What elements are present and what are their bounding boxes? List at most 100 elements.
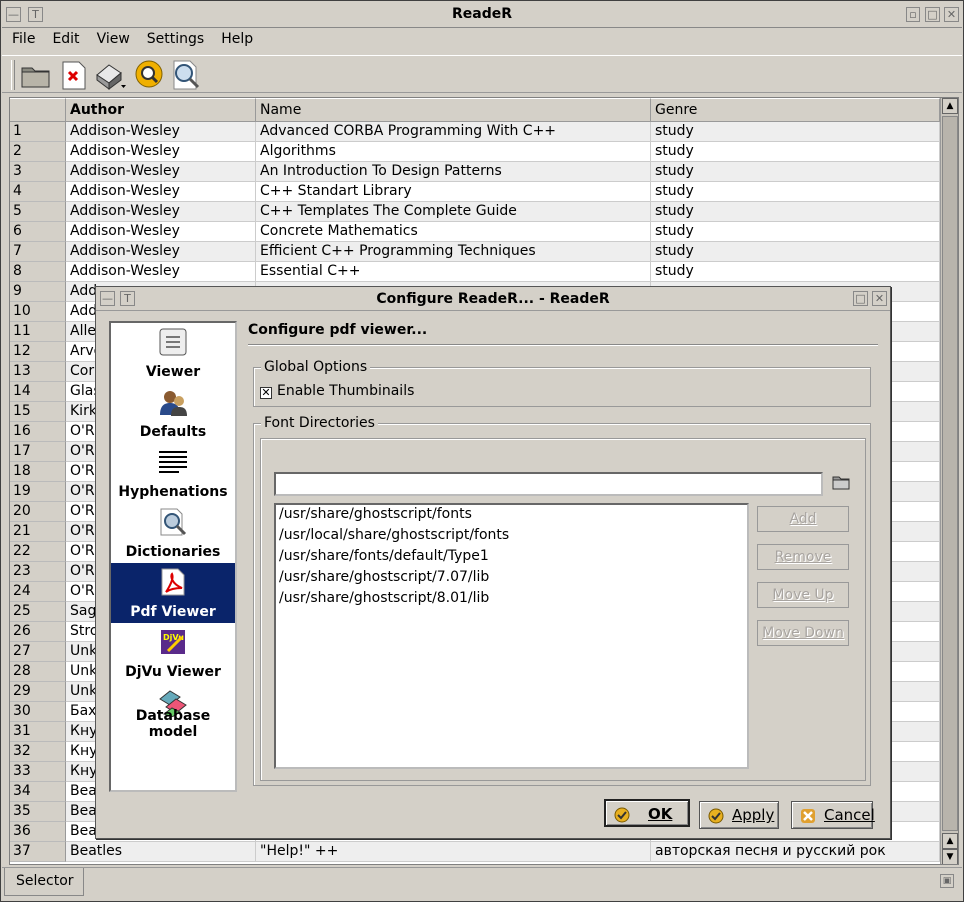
settings-nav: Viewer Defaults Hyphenations Dictionarie… [109, 321, 237, 792]
nav-pdf-viewer[interactable]: Pdf Viewer [111, 563, 235, 623]
window-title: ReadeR [451, 6, 513, 22]
directory-input[interactable] [274, 472, 823, 496]
nav-viewer-label: Viewer [145, 364, 201, 380]
author-cell: Addison-Wesley [66, 222, 256, 242]
row-number: 12 [10, 342, 66, 362]
toolbar-grip[interactable] [11, 60, 15, 90]
row-number: 2 [10, 142, 66, 162]
djvu-icon: DjVu [161, 630, 185, 654]
row-number: 23 [10, 562, 66, 582]
menu-settings[interactable]: Settings [136, 29, 210, 47]
nav-database-model[interactable]: Database model [111, 683, 235, 743]
minimize-icon[interactable]: ▫ [906, 7, 920, 22]
scroll-down-icon[interactable]: ▼ [942, 849, 958, 864]
book-dropdown-icon[interactable] [94, 59, 130, 91]
row-number: 4 [10, 182, 66, 202]
table-row[interactable]: 5 Addison-Wesley C++ Templates The Complet… [10, 202, 940, 222]
table-row[interactable]: 7 Addison-Wesley Efficient C++ Programming… [10, 242, 940, 262]
scroll-thumb[interactable] [942, 116, 958, 831]
genre-cell: study [651, 202, 940, 222]
browse-folder-icon[interactable] [832, 474, 850, 490]
name-cell: "Help!" ++ [256, 842, 651, 862]
open-folder-icon[interactable] [20, 59, 52, 91]
menu-edit[interactable]: Edit [41, 29, 85, 47]
table-row[interactable]: 4 Addison-Wesley C++ Standart Library study [10, 182, 940, 202]
name-cell: An Introduction To Design Patterns [256, 162, 651, 182]
apply-label: Apply [732, 806, 775, 824]
name-cell: C++ Templates The Complete Guide [256, 202, 651, 222]
genre-cell: study [651, 122, 940, 142]
ok-check-icon [614, 807, 630, 823]
ok-button[interactable]: OK [604, 799, 690, 827]
row-number: 21 [10, 522, 66, 542]
nav-hyphenations-label: Hyphenations [118, 484, 228, 500]
nav-dictionaries-label: Dictionaries [125, 544, 221, 560]
genre-cell: авторская песня и русский рок [651, 842, 940, 862]
row-number: 35 [10, 802, 66, 822]
scroll-up-bottom-icon[interactable]: ▲ [942, 833, 958, 849]
defaults-icon [160, 391, 187, 416]
column-header-index[interactable] [10, 98, 66, 122]
dialog-title-bar[interactable]: — T Configure ReadeR... - ReadeR □ ✕ [96, 287, 890, 311]
table-row[interactable]: 8 Addison-Wesley Essential C++ study [10, 262, 940, 282]
dialog-close-icon[interactable]: ✕ [872, 291, 887, 306]
font-directories-list[interactable]: /usr/share/ghostscript/fonts/usr/local/s… [274, 503, 749, 769]
zoom-icon[interactable] [170, 59, 202, 91]
row-number: 22 [10, 542, 66, 562]
dialog-maximize-icon[interactable]: □ [853, 291, 868, 306]
nav-hyphenations[interactable]: Hyphenations [111, 443, 235, 503]
cancel-button[interactable]: Cancel [791, 801, 875, 829]
menu-file[interactable]: File [2, 29, 41, 47]
menu-help[interactable]: Help [210, 29, 259, 47]
add-button[interactable]: Add [757, 506, 849, 532]
apply-check-icon [708, 808, 724, 824]
table-row[interactable]: 3 Addison-Wesley An Introduction To Design… [10, 162, 940, 182]
author-cell: Addison-Wesley [66, 202, 256, 222]
row-number: 30 [10, 702, 66, 722]
row-number: 3 [10, 162, 66, 182]
menu-view[interactable]: View [86, 29, 136, 47]
table-row[interactable]: 2 Addison-Wesley Algorithms study [10, 142, 940, 162]
move-up-button[interactable]: Move Up [757, 582, 849, 608]
font-directory-item[interactable]: /usr/share/ghostscript/7.07/lib [276, 568, 747, 589]
row-number: 19 [10, 482, 66, 502]
table-row[interactable]: 6 Addison-Wesley Concrete Mathematics study [10, 222, 940, 242]
menu-bar: File Edit View Settings Help [2, 29, 962, 53]
table-row[interactable]: 37 Beatles "Help!" ++ авторская песня и рус… [10, 842, 940, 862]
remove-button[interactable]: Remove [757, 544, 849, 570]
font-directory-item[interactable]: /usr/share/ghostscript/fonts [276, 505, 747, 526]
row-number: 7 [10, 242, 66, 262]
search-icon[interactable] [134, 59, 166, 91]
close-icon[interactable]: ✕ [944, 7, 959, 22]
column-header-author[interactable]: Author [66, 98, 256, 122]
maximize-icon[interactable]: □ [925, 7, 940, 22]
row-number: 28 [10, 662, 66, 682]
row-number: 5 [10, 202, 66, 222]
row-number: 34 [10, 782, 66, 802]
selector-tab[interactable]: Selector [4, 868, 84, 896]
font-directories-label: Font Directories [261, 415, 378, 431]
apply-button[interactable]: Apply [699, 801, 779, 829]
table-row[interactable]: 1 Addison-Wesley Advanced CORBA Programmin… [10, 122, 940, 142]
move-down-button[interactable]: Move Down [757, 620, 849, 646]
resize-grip-icon[interactable]: ▣ [940, 874, 954, 888]
row-number: 11 [10, 322, 66, 342]
font-directory-item[interactable]: /usr/local/share/ghostscript/fonts [276, 526, 747, 547]
nav-djvu-viewer[interactable]: DjVu DjVu Viewer [111, 623, 235, 683]
font-directory-item[interactable]: /usr/share/fonts/default/Type1 [276, 547, 747, 568]
nav-dictionaries[interactable]: Dictionaries [111, 503, 235, 563]
vertical-scrollbar[interactable]: ▲ ▲ ▼ [940, 98, 958, 864]
enable-thumbnails-checkbox[interactable]: ✕ [260, 387, 272, 399]
nav-defaults[interactable]: Defaults [111, 383, 235, 443]
title-bar[interactable]: — T ReadeR ▫ □ ✕ [2, 2, 962, 28]
column-header-name[interactable]: Name [256, 98, 651, 122]
row-number: 6 [10, 222, 66, 242]
row-number: 13 [10, 362, 66, 382]
name-cell: Advanced CORBA Programming With C++ [256, 122, 651, 142]
row-number: 1 [10, 122, 66, 142]
close-document-icon[interactable] [58, 59, 90, 91]
nav-viewer[interactable]: Viewer [111, 323, 235, 383]
column-header-genre[interactable]: Genre [651, 98, 940, 122]
scroll-up-icon[interactable]: ▲ [942, 98, 958, 114]
font-directory-item[interactable]: /usr/share/ghostscript/8.01/lib [276, 589, 747, 610]
